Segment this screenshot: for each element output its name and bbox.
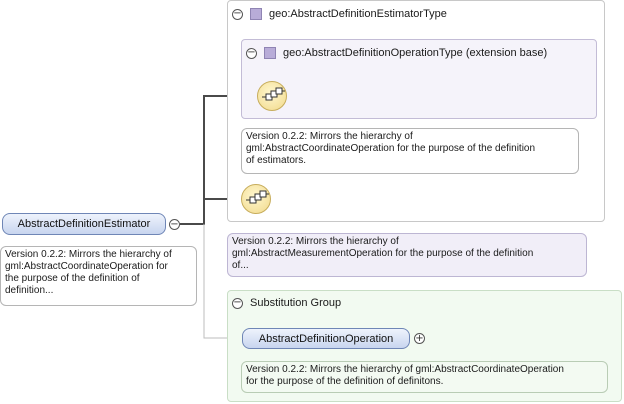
root-element-label: AbstractDefinitionEstimator — [17, 218, 151, 230]
type-note: Version 0.2.2: Mirrors the hierarchy of … — [227, 233, 587, 277]
collapse-icon[interactable]: − — [232, 297, 243, 309]
collapse-icon[interactable]: − — [246, 47, 257, 59]
sequence-compositor-icon[interactable] — [241, 184, 271, 214]
sequence-glyph — [246, 190, 269, 204]
sequence-glyph — [262, 87, 285, 101]
collapse-icon[interactable]: − — [232, 8, 243, 20]
root-element-note: Version 0.2.2: Mirrors the hierarchy of … — [0, 246, 197, 306]
substitution-group-header: − Substitution Group — [232, 297, 341, 309]
substitution-element-label: AbstractDefinitionOperation — [258, 332, 394, 345]
complex-type-icon — [264, 47, 276, 59]
sequence-compositor-icon[interactable] — [257, 81, 287, 111]
extension-panel-header: − geo:AbstractDefinitionOperationType (e… — [246, 47, 547, 59]
type-panel-title: geo:AbstractDefinitionEstimatorType — [269, 8, 447, 20]
substitution-element[interactable]: AbstractDefinitionOperation — [242, 328, 410, 349]
root-element[interactable]: AbstractDefinitionEstimator — [2, 213, 166, 235]
type-panel-header: − geo:AbstractDefinitionEstimatorType — [232, 8, 447, 20]
extension-note: Version 0.2.2: Mirrors the hierarchy of … — [241, 128, 579, 174]
substitution-note: Version 0.2.2: Mirrors the hierarchy of … — [241, 361, 608, 393]
collapse-icon[interactable]: − — [169, 219, 180, 230]
substitution-group-title: Substitution Group — [250, 297, 342, 309]
expand-icon[interactable]: + — [414, 333, 425, 344]
complex-type-icon — [250, 8, 262, 20]
extension-panel-title: geo:AbstractDefinitionOperationType (ext… — [283, 47, 548, 59]
